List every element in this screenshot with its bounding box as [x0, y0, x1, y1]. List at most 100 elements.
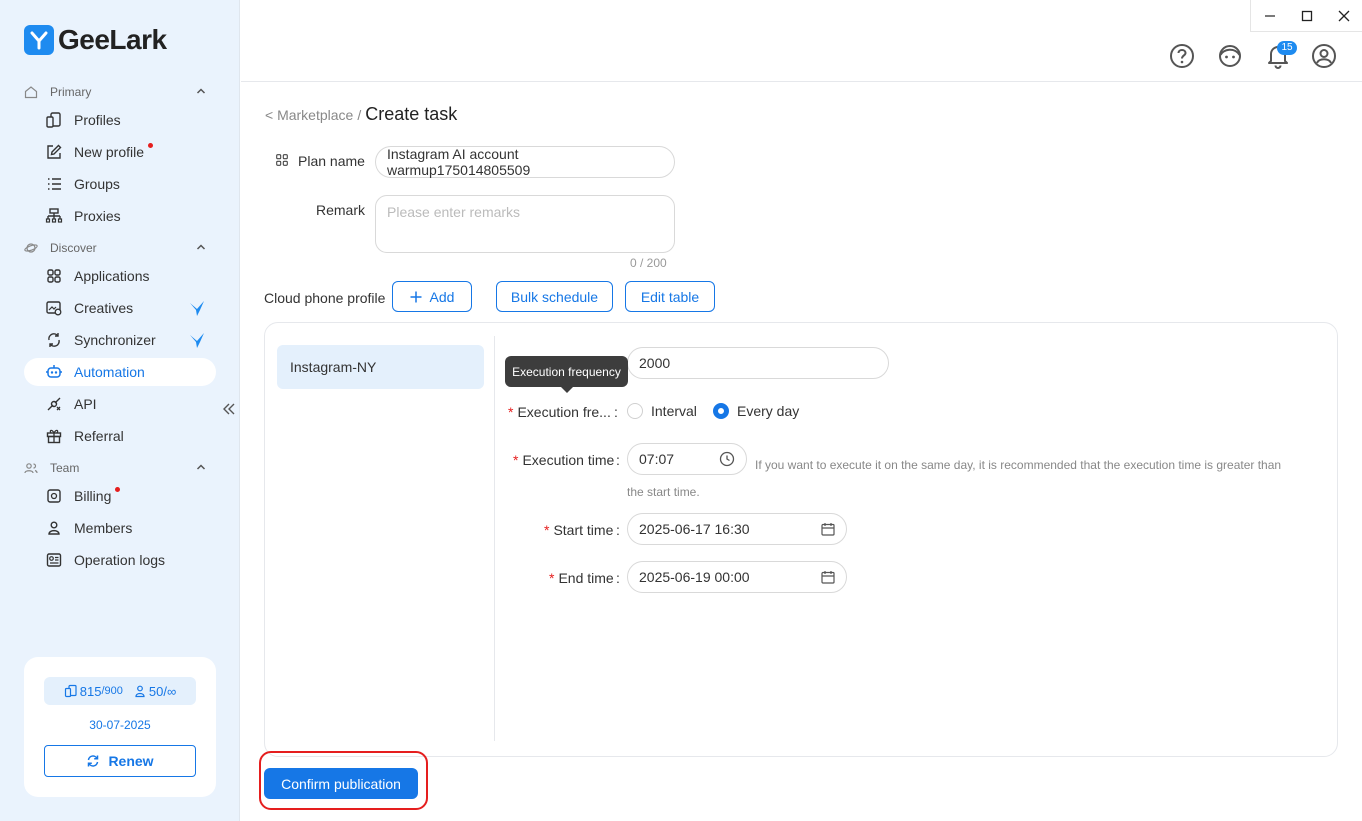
- sidebar-item-operation-logs[interactable]: Operation logs: [24, 546, 216, 574]
- radio-every-day[interactable]: Every day: [713, 403, 799, 419]
- section-primary[interactable]: Primary: [24, 81, 216, 103]
- start-time-value: 2025-06-17 16:30: [639, 521, 750, 537]
- profiles-used: 815: [79, 683, 102, 699]
- wallet-icon: [44, 486, 64, 506]
- expiry-date: 30-07-2025: [89, 718, 151, 732]
- sidebar-item-label: New profile: [74, 144, 145, 160]
- premium-bird-icon: [188, 299, 206, 317]
- bulk-schedule-label: Bulk schedule: [510, 288, 599, 305]
- count-value: 2000: [639, 355, 671, 371]
- execution-time-text: Execution time: [522, 452, 615, 468]
- renew-label: Renew: [108, 753, 154, 769]
- close-icon[interactable]: [1325, 0, 1362, 31]
- end-time-label: * End time: [549, 570, 614, 586]
- calendar-icon: [821, 570, 835, 584]
- profiles-icon: [44, 110, 64, 130]
- remark-textarea[interactable]: Please enter remarks: [375, 195, 675, 253]
- help-icon[interactable]: [1169, 43, 1195, 69]
- sidebar-item-automation[interactable]: Automation: [24, 358, 216, 386]
- label-colon: :: [616, 452, 620, 468]
- quota-summary: 815 /900 50/ ∞: [44, 677, 196, 705]
- image-gear-icon: [44, 298, 64, 318]
- plus-icon: [410, 291, 422, 303]
- logo[interactable]: GeeLark: [24, 24, 167, 56]
- breadcrumb: < Marketplace / Create task: [265, 104, 457, 125]
- collapse-sidebar-icon[interactable]: [222, 402, 236, 416]
- sidebar-item-api[interactable]: API: [24, 390, 216, 418]
- tooltip: Execution frequency: [505, 356, 628, 387]
- confirm-publication-button[interactable]: Confirm publication: [264, 768, 418, 799]
- sidebar-item-new-profile[interactable]: New profile: [24, 138, 216, 166]
- sidebar-item-label: Operation logs: [74, 552, 166, 568]
- start-time-label: * Start time: [544, 522, 614, 538]
- radio-label: Interval: [651, 403, 697, 419]
- sidebar-item-billing[interactable]: Billing: [24, 482, 216, 510]
- premium-bird-icon: [188, 331, 206, 349]
- end-time-picker[interactable]: 2025-06-19 00:00: [627, 561, 847, 593]
- tooltip-text: Execution frequency: [512, 364, 621, 379]
- profile-list-item[interactable]: Instagram-NY: [277, 345, 484, 389]
- notification-dot: [148, 142, 154, 148]
- sidebar-item-profiles[interactable]: Profiles: [24, 106, 216, 134]
- members-used: 50/: [148, 683, 167, 699]
- maximize-icon[interactable]: [1288, 0, 1325, 31]
- plan-name-icon: [276, 154, 288, 166]
- sidebar-item-label: Proxies: [74, 208, 121, 224]
- section-label: Discover: [50, 241, 97, 255]
- renew-button[interactable]: Renew: [44, 745, 196, 777]
- radio-interval[interactable]: Interval: [627, 403, 697, 419]
- label-colon: :: [614, 404, 618, 420]
- section-discover[interactable]: Discover: [24, 237, 216, 259]
- plan-name-input[interactable]: Instagram AI account warmup175014805509: [375, 146, 675, 178]
- section-team[interactable]: Team: [24, 457, 216, 479]
- home-icon: [24, 85, 40, 99]
- notification-dot: [115, 486, 121, 492]
- account-avatar-icon[interactable]: [1311, 43, 1337, 69]
- profile-name: Instagram-NY: [290, 359, 377, 375]
- add-label: Add: [429, 288, 455, 305]
- refresh-icon: [86, 754, 100, 768]
- sidebar-item-synchronizer[interactable]: Synchronizer: [24, 326, 216, 354]
- start-time-picker[interactable]: 2025-06-17 16:30: [627, 513, 847, 545]
- sidebar-item-referral[interactable]: Referral: [24, 422, 216, 450]
- sidebar-item-members[interactable]: Members: [24, 514, 216, 542]
- chevron-up-icon[interactable]: [196, 86, 206, 96]
- geelark-logo-icon: [24, 25, 54, 55]
- sidebar-item-groups[interactable]: Groups: [24, 170, 216, 198]
- chevron-up-icon[interactable]: [196, 462, 206, 472]
- sidebar-item-applications[interactable]: Applications: [24, 262, 216, 290]
- end-time-text: End time: [558, 570, 614, 586]
- profiles-icon: [64, 684, 78, 698]
- support-agent-icon[interactable]: [1217, 43, 1243, 69]
- members-total: ∞: [166, 683, 177, 699]
- count-input[interactable]: 2000: [627, 347, 889, 379]
- bulk-schedule-button[interactable]: Bulk schedule: [496, 281, 613, 312]
- sidebar-item-label: Billing: [74, 488, 112, 504]
- sidebar-item-label: Automation: [74, 364, 145, 380]
- chevron-up-icon[interactable]: [196, 242, 206, 252]
- notification-badge: 15: [1277, 41, 1297, 55]
- edit-icon: [44, 142, 64, 162]
- sidebar-item-label: Creatives: [74, 300, 134, 316]
- sidebar-item-label: Members: [74, 520, 133, 536]
- plan-card: 815 /900 50/ ∞ 30-07-2025 Renew: [24, 657, 216, 797]
- robot-icon: [44, 362, 64, 382]
- plan-name-value: Instagram AI account warmup175014805509: [387, 146, 531, 178]
- sidebar-item-proxies[interactable]: Proxies: [24, 202, 216, 230]
- panel-divider: [494, 336, 495, 741]
- user-icon: [44, 518, 64, 538]
- sidebar-item-creatives[interactable]: Creatives: [24, 294, 216, 322]
- remark-placeholder: Please enter remarks: [387, 204, 521, 220]
- tooltip-arrow: [561, 387, 573, 393]
- team-icon: [24, 461, 40, 475]
- execution-frequency-label: * Execution fre...: [508, 404, 611, 420]
- add-profile-button[interactable]: Add: [392, 281, 472, 312]
- cloud-phone-profile-label: Cloud phone profile: [264, 290, 386, 306]
- label-colon: :: [616, 522, 620, 538]
- breadcrumb-marketplace-link[interactable]: < Marketplace: [265, 107, 353, 123]
- sidebar-item-label: API: [74, 396, 97, 412]
- section-label: Team: [50, 461, 80, 475]
- edit-table-button[interactable]: Edit table: [625, 281, 715, 312]
- app-name: GeeLark: [58, 24, 167, 55]
- minimize-icon[interactable]: [1251, 0, 1288, 31]
